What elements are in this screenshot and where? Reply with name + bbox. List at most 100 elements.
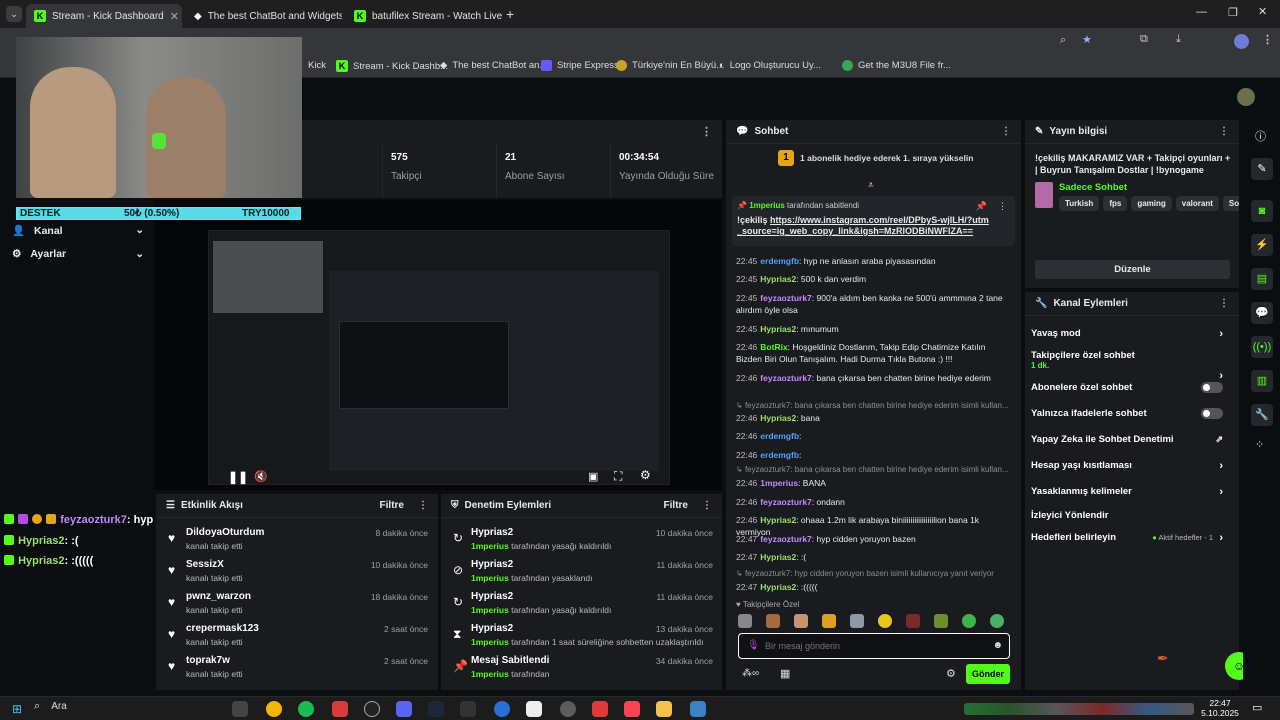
chat-input-box[interactable]: 🎙 ☻ — [738, 633, 1010, 659]
moderation-item[interactable]: ⊘ Hyprias2 1mperius tarafından yasaklandı 1… — [441, 556, 721, 588]
tab-chatbot[interactable]: ◆ The best ChatBot and Widgets ✕ — [186, 4, 342, 28]
new-tab-icon[interactable]: + — [506, 6, 514, 22]
settings-icon[interactable]: ⚙ — [640, 468, 651, 482]
bookmark-star-icon[interactable]: ★ — [1082, 33, 1092, 46]
discord-icon[interactable] — [396, 701, 412, 717]
browser-menu-icon[interactable]: ⋮ — [1262, 33, 1273, 46]
moderation-item[interactable]: ↻ Hyprias2 1mperius tarafından yasağı kald… — [441, 524, 721, 556]
bookmark-chatbot[interactable]: ◆ The best ChatBot an... — [440, 60, 547, 71]
more-options-icon[interactable]: ⋮ — [701, 125, 712, 138]
chat-username[interactable]: Hyprias2 — [760, 515, 796, 525]
more-options-icon[interactable]: ⋮ — [418, 500, 428, 511]
clip-icon[interactable]: ▣ — [588, 470, 598, 483]
moderation-item[interactable]: ↻ Hyprias2 1mperius tarafından yasağı kald… — [441, 588, 721, 620]
bookmark-stream-dashboard[interactable]: K Stream - Kick Dashb... — [336, 60, 448, 72]
fullscreen-icon[interactable]: ⛶ — [614, 469, 622, 484]
emote-icon[interactable] — [878, 614, 892, 628]
filter-button[interactable]: Filtre — [380, 500, 404, 511]
chat-input[interactable] — [765, 638, 985, 654]
chat-message[interactable]: 22:45 erdemgfb: hyp ne anlasın araba piya… — [736, 255, 1011, 267]
restore-icon[interactable]: ❐ — [1228, 6, 1238, 19]
pinned-link[interactable]: https://www.instagram.com/reel/DPbyS-wjl… — [737, 215, 989, 236]
app-icon[interactable] — [494, 701, 510, 717]
channel-action-item[interactable]: Abonelere özel sohbet — [1031, 382, 1231, 393]
chat-username[interactable]: feyzaozturk7 — [760, 373, 812, 383]
layout-rail-icon[interactable]: ▥ — [1251, 370, 1273, 392]
channel-action-item[interactable]: Yasaklanmış kelimeler › — [1031, 486, 1231, 498]
user-avatar[interactable] — [1237, 88, 1255, 106]
chrome-icon[interactable] — [266, 701, 282, 717]
task-view-icon[interactable] — [232, 701, 248, 717]
more-options-icon[interactable]: ⋮ — [1001, 126, 1011, 137]
channel-action-item[interactable]: Hesap yaşı kısıtlaması › — [1031, 460, 1231, 472]
send-button[interactable]: Gönder — [966, 664, 1010, 684]
filter-button[interactable]: Filtre — [664, 500, 688, 511]
chat-username[interactable]: Hyprias2 — [760, 582, 796, 592]
profile-avatar[interactable] — [1234, 34, 1249, 49]
activity-feed-item[interactable]: ♥ pwnz_warzon kanalı takip etti 18 dakika ö… — [156, 588, 436, 620]
mute-icon[interactable]: 🔇 — [254, 470, 268, 483]
chat-message[interactable]: 22:46 BotRix: Hoşgeldiniz Dostlarım, Taki… — [736, 341, 1011, 365]
emote-icon[interactable] — [822, 614, 836, 628]
app-icon[interactable] — [592, 701, 608, 717]
chat-message[interactable]: 22:47 feyzaozturk7: hyp cidden yoruyon ba… — [736, 533, 1011, 545]
chat-username[interactable]: feyzaozturk7 — [760, 293, 812, 303]
wrench-rail-icon[interactable]: 🔧 — [1251, 404, 1273, 426]
chat-message[interactable]: 22:45 Hyprias2: 500 k dan verdim — [736, 273, 1011, 285]
list-rail-icon[interactable]: ▤ — [1251, 268, 1273, 290]
app-icon[interactable] — [690, 701, 706, 717]
app-icon[interactable] — [560, 701, 576, 717]
more-options-icon[interactable]: ⋮ — [1219, 126, 1229, 137]
search-icon[interactable]: ⌕ — [1060, 34, 1066, 47]
taskbar-search[interactable]: ⌕ Ara — [34, 700, 224, 718]
sidebar-item-ayarlar[interactable]: ⚙ Ayarlar ⌄ — [12, 248, 144, 260]
moderation-item[interactable]: 📌 Mesaj Sabitlendi 1mperius tarafından 34 d… — [441, 652, 721, 684]
notification-icon[interactable]: ▭ — [1252, 701, 1262, 714]
chat-message[interactable]: 22:45 feyzaozturk7: 900'a aldım ben kanka… — [736, 292, 1011, 316]
collapse-icon[interactable]: ⩡ — [868, 180, 874, 191]
bookmark-turkiye[interactable]: Türkiye'nin En Büyü... — [616, 60, 724, 71]
emote-icon[interactable] — [934, 614, 948, 628]
system-tray[interactable] — [964, 703, 1194, 715]
channel-action-item[interactable]: Yavaş mod › — [1031, 328, 1231, 340]
epic-icon[interactable] — [460, 701, 476, 717]
sidebar-item-kanal[interactable]: 👤 Kanal ⌄ — [12, 224, 144, 237]
close-icon[interactable]: ✕ — [170, 10, 179, 23]
camera-rail-icon[interactable]: ◙ — [1251, 200, 1273, 222]
download-icon[interactable]: ⤓ — [1176, 33, 1181, 46]
tag[interactable]: gaming — [1131, 196, 1172, 211]
emote-icon[interactable] — [850, 614, 864, 628]
chat-username[interactable]: Hyprias2 — [760, 552, 796, 562]
chat-username[interactable]: erdemgfb — [760, 431, 799, 441]
chat-message[interactable]: 22:47 Hyprias2: :( — [736, 551, 1011, 563]
tag[interactable]: Sohb — [1222, 196, 1239, 211]
channel-action-item[interactable]: Hedefleri belirleyin ● Aktif hedefler - 1… — [1031, 532, 1231, 544]
tag[interactable]: valorant — [1175, 196, 1219, 211]
chat-username[interactable]: Hyprias2 — [760, 274, 796, 284]
chat-username[interactable]: erdemgfb — [760, 256, 799, 266]
chat-username[interactable]: erdemgfb — [760, 450, 799, 460]
pause-icon[interactable]: ❚❚ — [228, 470, 248, 484]
extension-icon[interactable]: ⧉ — [1140, 33, 1148, 46]
spotify-icon[interactable] — [298, 701, 314, 717]
stream-category[interactable]: Sadece Sohbet — [1059, 182, 1127, 193]
toggle-switch[interactable] — [1201, 382, 1223, 393]
chat-username[interactable]: Hyprias2 — [760, 413, 796, 423]
emote-picker-icon[interactable]: ⁂∞ — [742, 668, 759, 679]
more-options-icon[interactable]: ⋮ — [702, 500, 712, 511]
add-widget-icon[interactable]: ⁘ — [1255, 438, 1264, 451]
tab-batufilex[interactable]: K batufilex Stream - Watch Live o ✕ — [346, 4, 502, 28]
sub-gift-banner[interactable]: 1 1 abonelik hediye ederek 1. sıraya yük… — [778, 150, 1018, 166]
emote-icon[interactable] — [906, 614, 920, 628]
chat-settings-icon[interactable]: ⚙ — [946, 667, 956, 680]
clock[interactable]: 22:47 5.10.2025 — [1200, 698, 1240, 718]
steam-icon[interactable] — [428, 701, 444, 717]
bookmark-stripe[interactable]: Stripe Express — [541, 60, 619, 71]
chat-message[interactable]: 22:46 feyzaozturk7: bana çıkarsa ben chat… — [736, 372, 1011, 384]
emoji-icon[interactable]: ☻ — [992, 640, 1003, 651]
valorant-icon[interactable] — [624, 701, 640, 717]
activity-feed-item[interactable]: ♥ crepermask123 kanalı takip etti 2 saat ön… — [156, 620, 436, 652]
tab-kick-dashboard[interactable]: K Stream - Kick Dashboard ✕ — [26, 4, 182, 28]
edit-button[interactable]: Düzenle — [1035, 260, 1230, 279]
moderation-item[interactable]: ⧗ Hyprias2 1mperius tarafından 1 saat süre… — [441, 620, 721, 652]
